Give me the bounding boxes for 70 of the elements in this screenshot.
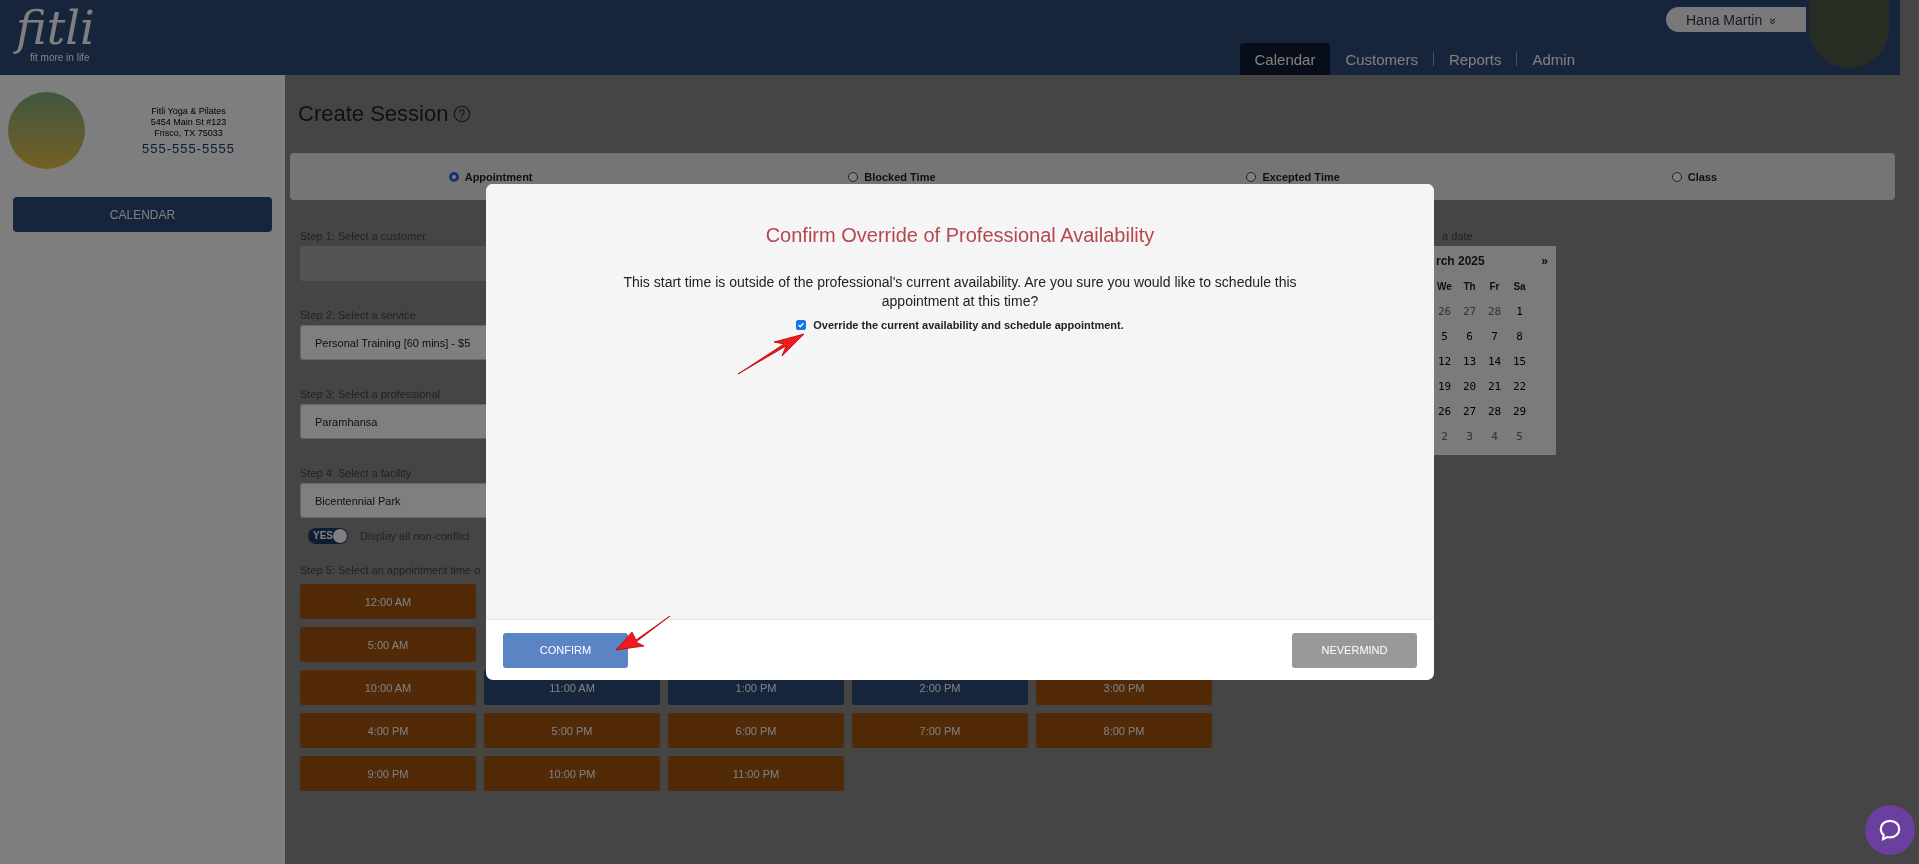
calendar-day[interactable]: 22 xyxy=(1507,374,1532,399)
calendar-day[interactable]: 4 xyxy=(1482,424,1507,449)
chat-button[interactable] xyxy=(1865,805,1915,855)
calendar-day[interactable]: 13 xyxy=(1457,349,1482,374)
time-slot-button[interactable]: 9:00 PM xyxy=(300,756,476,791)
session-type-radio[interactable]: Excepted Time xyxy=(1092,170,1494,183)
select-field[interactable]: Personal Training [60 mins] - $5 xyxy=(300,325,486,360)
next-month-button[interactable]: » xyxy=(1541,254,1548,268)
calendar-day[interactable]: 26 xyxy=(1432,399,1457,424)
override-checkbox[interactable] xyxy=(796,320,807,330)
session-type-radio[interactable]: Blocked Time xyxy=(691,170,1093,183)
calendar-day[interactable]: 2 xyxy=(1432,424,1457,449)
nav-tab[interactable]: Calendar xyxy=(1239,43,1331,75)
calendar-day[interactable]: 28 xyxy=(1482,399,1507,424)
dialog-message: This start time is outside of the professional's current availability. Are you sure you would like to schedule this appointment at this time? xyxy=(622,273,1298,311)
calendar-day[interactable]: 8 xyxy=(1507,324,1532,349)
weekday-label: We xyxy=(1436,280,1453,294)
time-slot-button[interactable]: 5:00 AM xyxy=(300,627,476,662)
logo-tagline: fit more in life xyxy=(30,52,90,63)
nav-tab[interactable]: Admin xyxy=(1517,43,1590,75)
business-phone: 555-555-5555 xyxy=(142,140,235,156)
checkbox-label: Override the current availability and schedule appointment. xyxy=(813,319,1124,331)
weekday-label: Sa xyxy=(1512,280,1527,294)
time-slot-button[interactable]: 8:00 PM xyxy=(1036,713,1212,748)
weekday-label: Th xyxy=(1462,280,1477,294)
time-slot-button[interactable]: 5:00 PM xyxy=(484,713,660,748)
time-slot-button[interactable]: 10:00 AM xyxy=(300,670,476,705)
session-type-radio[interactable]: Appointment xyxy=(290,170,692,183)
toggle-switch[interactable]: YES xyxy=(308,528,348,544)
calendar-day[interactable]: 15 xyxy=(1507,349,1532,374)
dialog-title: Confirm Override of Professional Availability xyxy=(765,224,1155,247)
month-label: rch 2025 xyxy=(1436,254,1485,268)
time-slot-button[interactable]: 12:00 AM xyxy=(300,584,476,619)
nevermind-button[interactable]: NEVERMIND xyxy=(1292,632,1417,668)
calendar-day[interactable]: 1 xyxy=(1507,299,1532,324)
time-slot-button[interactable]: 4:00 PM xyxy=(300,713,476,748)
calendar-day[interactable]: 5 xyxy=(1507,424,1532,449)
time-slot-button[interactable]: 7:00 PM xyxy=(852,713,1028,748)
calendar-day[interactable]: 7 xyxy=(1482,324,1507,349)
calendar-day[interactable]: 3 xyxy=(1457,424,1482,449)
arrow-annotation xyxy=(614,614,672,654)
calendar-day[interactable]: 27 xyxy=(1457,299,1482,324)
business-name: Fitli Yoga & Pilates xyxy=(151,105,226,117)
select-field[interactable]: Bicentennial Park xyxy=(300,483,486,518)
chat-bubble-icon xyxy=(1877,817,1903,843)
calendar-day[interactable]: 21 xyxy=(1482,374,1507,399)
business-street: 5454 Main St #123 xyxy=(150,116,227,128)
weekday-label: Fr xyxy=(1488,280,1501,294)
calendar-day[interactable]: 6 xyxy=(1457,324,1482,349)
time-slot-button[interactable]: 10:00 PM xyxy=(484,756,660,791)
session-type-radio[interactable]: Class xyxy=(1493,170,1895,183)
time-slot-button[interactable]: 6:00 PM xyxy=(668,713,844,748)
nav-tab[interactable]: Reports xyxy=(1433,43,1517,75)
nav-tab[interactable]: Customers xyxy=(1330,43,1433,75)
time-slot-button[interactable]: 11:00 PM xyxy=(668,756,844,791)
business-city: Frisco, TX 75033 xyxy=(154,127,223,139)
confirm-button[interactable]: CONFIRM xyxy=(503,632,628,668)
calendar-day[interactable]: 19 xyxy=(1432,374,1457,399)
calendar-day[interactable]: 14 xyxy=(1482,349,1507,374)
calendar-day[interactable]: 12 xyxy=(1432,349,1457,374)
calendar-day[interactable]: 27 xyxy=(1457,399,1482,424)
calendar-day[interactable]: 5 xyxy=(1432,324,1457,349)
calendar-day[interactable]: 28 xyxy=(1482,299,1507,324)
user-menu-button[interactable]: Hana Martin » xyxy=(1666,7,1806,32)
calendar-day[interactable]: 29 xyxy=(1507,399,1532,424)
arrow-annotation xyxy=(736,332,806,376)
calendar-day[interactable]: 26 xyxy=(1432,299,1457,324)
calendar-button[interactable]: CALENDAR xyxy=(13,197,272,232)
calendar-day[interactable]: 20 xyxy=(1457,374,1482,399)
select-field[interactable]: Paramhansa xyxy=(300,404,486,439)
